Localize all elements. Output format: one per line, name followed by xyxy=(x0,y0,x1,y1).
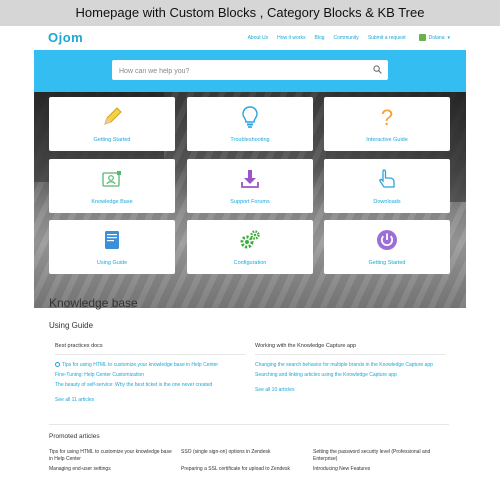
gears-icon xyxy=(240,230,260,249)
search-hero xyxy=(34,50,466,92)
nav-how-it-works[interactable]: How it works xyxy=(277,35,305,41)
category-card-support-forums[interactable]: Support Forums xyxy=(187,159,313,213)
promoted-article-link[interactable]: Preparing a SSL certificate for upload t… xyxy=(181,466,306,473)
promoted-article-link[interactable]: Introducing New Features xyxy=(313,466,448,473)
pointer-hand-icon xyxy=(379,169,395,188)
category-label: Getting Started xyxy=(93,137,131,143)
divider xyxy=(49,424,449,425)
pencil-icon xyxy=(104,107,122,125)
search-icon[interactable] xyxy=(373,65,382,74)
category-card-getting-started-2[interactable]: Getting Started xyxy=(324,220,450,274)
category-card-using-guide[interactable]: Using Guide xyxy=(49,220,175,274)
kb-article-text: Tips for using HTML to customize your kn… xyxy=(62,362,219,368)
promoted-column-2: SSO (single sign-on) options in Zendesk … xyxy=(181,449,306,477)
logo-text: Ojom xyxy=(48,30,84,45)
category-label: Downloads xyxy=(373,199,401,205)
kb-column-heading[interactable]: Working with the Knowledge Capture app xyxy=(255,343,445,355)
promoted-article-link[interactable]: Tips for using HTML to customize your kn… xyxy=(49,449,174,462)
promoted-column-3: Setting the password security level (Pro… xyxy=(313,449,448,477)
promoted-article-link[interactable]: Setting the password security level (Pro… xyxy=(313,449,448,462)
kb-article-link[interactable]: Fine-Tuning: Help Center Customization xyxy=(55,372,245,378)
question-mark-icon: ? xyxy=(381,105,393,129)
kb-column-best-practices: Best practices docs Tips for using HTML … xyxy=(55,343,245,403)
nav-submit-request[interactable]: Submit a request xyxy=(368,35,406,41)
screenshot-caption: Homepage with Custom Blocks , Category B… xyxy=(0,0,500,26)
info-icon xyxy=(55,362,60,367)
search-input[interactable] xyxy=(112,61,352,82)
category-card-getting-started[interactable]: Getting Started xyxy=(49,97,175,151)
user-menu[interactable]: Dolana ▾ xyxy=(418,34,450,41)
category-label: Configuration xyxy=(233,260,267,266)
search-box xyxy=(112,60,388,82)
id-card-icon xyxy=(102,171,121,187)
promoted-article-link[interactable]: SSO (single sign-on) options in Zendesk xyxy=(181,449,306,456)
knowledge-base-title: Knowledge base xyxy=(49,296,138,310)
category-label: Support Forums xyxy=(230,199,270,205)
kb-article-link[interactable]: Changing the search behavior for multipl… xyxy=(255,362,445,368)
promoted-articles-title: Promoted articles xyxy=(49,433,100,440)
category-label: Knowledge Base xyxy=(91,199,133,205)
nav-blog[interactable]: Blog xyxy=(315,35,325,41)
nav-about-us[interactable]: About Us xyxy=(248,35,269,41)
promoted-article-link[interactable]: Managing end-user settings xyxy=(49,466,174,473)
lightbulb-icon xyxy=(242,106,258,128)
category-card-configuration[interactable]: Configuration xyxy=(187,220,313,274)
kb-article-link[interactable]: Searching and linking articles using the… xyxy=(255,372,445,378)
category-card-interactive-guide[interactable]: ? Interactive Guide xyxy=(324,97,450,151)
book-icon xyxy=(105,231,119,249)
kb-column-heading[interactable]: Best practices docs xyxy=(55,343,245,355)
kb-article-link[interactable]: The beauty of self-service: Why the best… xyxy=(55,382,245,388)
site-logo[interactable]: Ojom xyxy=(48,30,83,45)
power-icon xyxy=(377,230,397,250)
chevron-down-icon: ▾ xyxy=(447,34,450,41)
svg-text:?: ? xyxy=(381,105,393,129)
section-title[interactable]: Using Guide xyxy=(49,321,93,330)
user-name: Dolana xyxy=(428,34,445,41)
see-all-link[interactable]: See all 11 articles xyxy=(55,397,245,403)
category-label: Getting Started xyxy=(368,260,406,266)
category-label: Interactive Guide xyxy=(366,137,408,143)
download-icon xyxy=(241,170,259,188)
category-card-troubleshooting[interactable]: Troubleshooting xyxy=(187,97,313,151)
category-card-downloads[interactable]: Downloads xyxy=(324,159,450,213)
promoted-column-1: Tips for using HTML to customize your kn… xyxy=(49,449,174,477)
site-header: Ojom About Us How it works Blog Communit… xyxy=(34,26,466,50)
see-all-link[interactable]: See all 10 articles xyxy=(255,387,445,393)
nav-community[interactable]: Community xyxy=(334,35,359,41)
top-nav: About Us How it works Blog Community Sub… xyxy=(248,34,450,41)
kb-article-link[interactable]: Tips for using HTML to customize your kn… xyxy=(55,362,245,368)
avatar xyxy=(418,34,426,41)
help-center-page: Ojom About Us How it works Blog Communit… xyxy=(34,26,466,500)
category-card-knowledge-base[interactable]: Knowledge Base xyxy=(49,159,175,213)
kb-column-knowledge-capture: Working with the Knowledge Capture app C… xyxy=(255,343,445,393)
category-label: Using Guide xyxy=(96,260,128,266)
category-label: Troubleshooting xyxy=(230,137,270,143)
